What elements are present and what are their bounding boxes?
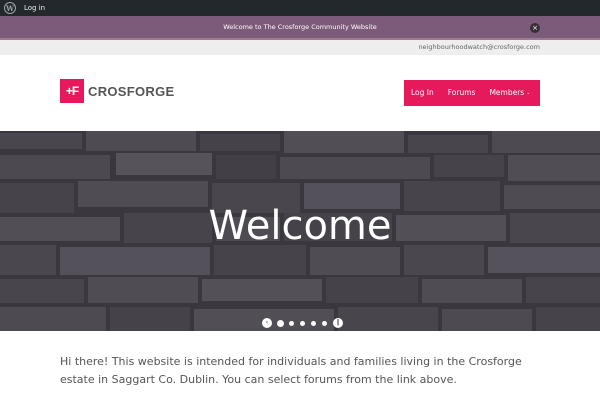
intro-text: Hi there! This website is intended for i… bbox=[60, 355, 522, 386]
hero-slider: Welcome ‹ ‖ bbox=[0, 131, 600, 331]
slider-dot-4[interactable] bbox=[311, 320, 316, 326]
logo-text: CROSFORGE bbox=[88, 83, 175, 99]
logo-mark-icon: +F bbox=[60, 79, 84, 103]
close-icon[interactable]: × bbox=[530, 23, 540, 33]
slider-dot-2[interactable] bbox=[289, 320, 294, 326]
chevron-down-icon: ⌄ bbox=[526, 90, 531, 96]
admin-login-link[interactable]: Log in bbox=[24, 0, 45, 16]
contact-bar: neighbourhoodwatch@crosforge.com bbox=[0, 40, 600, 55]
hero-title: Welcome bbox=[208, 203, 392, 249]
slider-dot-1[interactable] bbox=[278, 320, 283, 326]
nav-item-members[interactable]: Members ⌄ bbox=[482, 80, 537, 106]
nav-item-login[interactable]: Log In bbox=[404, 80, 441, 106]
contact-email-link[interactable]: neighbourhoodwatch@crosforge.com bbox=[418, 42, 540, 53]
nav-item-members-label: Members bbox=[489, 88, 525, 97]
admin-bar: W Log in bbox=[0, 0, 600, 16]
slider-dot-5[interactable] bbox=[322, 320, 327, 326]
wordpress-icon[interactable]: W bbox=[4, 2, 16, 14]
site-logo[interactable]: +F CROSFORGE bbox=[60, 79, 174, 103]
main-nav: Log In Forums Members ⌄ bbox=[404, 80, 540, 106]
slider-dot-3[interactable] bbox=[300, 320, 305, 326]
slider-pause-button[interactable]: ‖ bbox=[333, 318, 343, 328]
site-header: +F CROSFORGE Log In Forums Members ⌄ bbox=[0, 55, 600, 131]
nav-item-forums[interactable]: Forums bbox=[441, 80, 483, 106]
slider-pager: ‹ ‖ bbox=[262, 318, 343, 328]
notice-message: Welcome to The Crosforge Community Websi… bbox=[223, 23, 377, 31]
welcome-notice-bar: Welcome to The Crosforge Community Websi… bbox=[0, 16, 600, 40]
slider-prev-button[interactable]: ‹ bbox=[262, 318, 272, 328]
